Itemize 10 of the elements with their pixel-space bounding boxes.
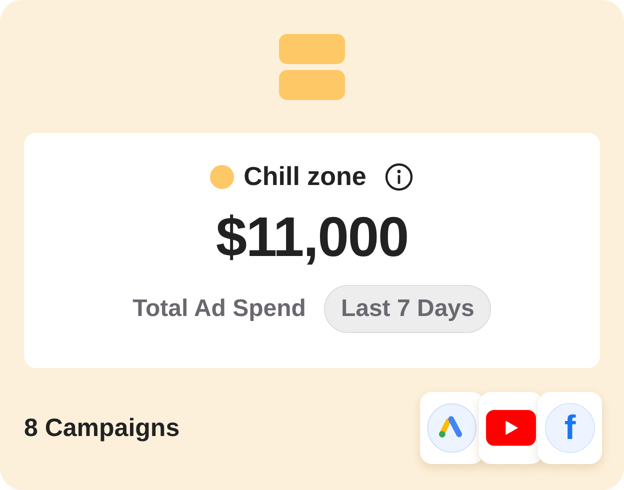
- spend-amount: $11,000: [216, 204, 408, 269]
- metric-label: Total Ad Spend: [132, 295, 306, 323]
- ads-logo-icon[interactable]: [427, 403, 477, 453]
- facebook-logo[interactable]: f: [545, 403, 595, 453]
- stack-icon: [278, 33, 346, 101]
- status-label: Chill zone: [244, 161, 366, 192]
- info-icon[interactable]: [384, 162, 414, 192]
- period-badge: Last 7 Days: [324, 285, 492, 333]
- campaign-count: 8 Campaigns: [24, 414, 180, 442]
- play-logo-icon[interactable]: [486, 410, 536, 446]
